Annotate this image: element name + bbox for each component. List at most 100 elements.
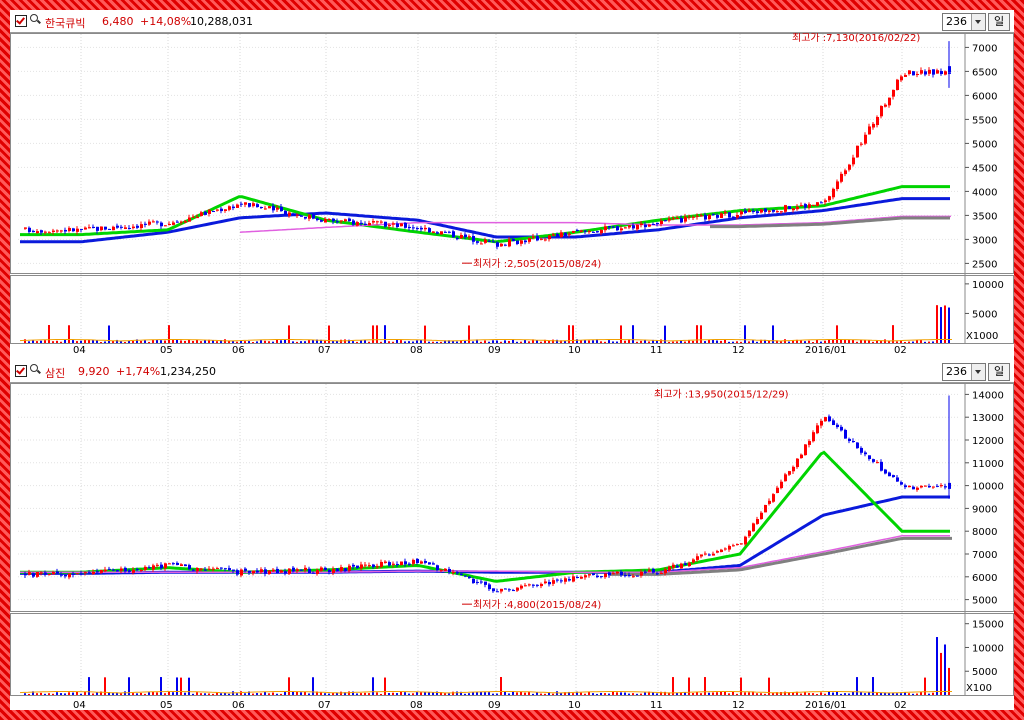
candle-body: [748, 210, 751, 213]
candle-body: [872, 459, 875, 462]
volume-bar: [160, 677, 162, 695]
volume-bar: [372, 325, 374, 343]
candle-body: [92, 226, 95, 229]
volume-bar: [496, 340, 498, 343]
candle-body: [944, 71, 947, 75]
candle-body: [304, 567, 307, 571]
candle-body: [684, 563, 687, 565]
candle-body: [32, 573, 35, 577]
volume-bar: [492, 340, 494, 343]
stock-name[interactable]: 삼진: [45, 365, 65, 381]
chart-top[interactable]: 7000 6500 6000 5500 5000 4500 4000 3500 3000 2500…: [10, 33, 1014, 355]
candle-body: [664, 569, 667, 574]
volume-bar: [372, 677, 374, 695]
candle-body: [268, 570, 271, 574]
chevron-down-icon[interactable]: [971, 364, 985, 380]
candle-body: [648, 570, 651, 572]
checkbox[interactable]: [15, 15, 27, 27]
candle-body: [696, 215, 699, 217]
volume-bar: [352, 341, 354, 343]
volume-bar: [600, 341, 602, 343]
volume-bar: [492, 693, 494, 695]
candle-body: [176, 221, 179, 223]
candle-body: [572, 576, 575, 582]
candle-body: [396, 563, 399, 565]
volume-bar: [712, 692, 714, 695]
volume-bar: [156, 339, 158, 343]
candle-body: [160, 564, 163, 569]
volume-bar: [852, 339, 854, 343]
volume-bar: [728, 693, 730, 695]
chevron-down-icon[interactable]: [971, 14, 985, 30]
candle-body: [304, 216, 307, 219]
candle-body: [728, 545, 731, 550]
chart-bottom[interactable]: 14000 13000 12000 11000 10000 9000 8000 7000 600…: [10, 383, 1014, 710]
volume-bar: [944, 644, 946, 695]
volume-bar: [716, 340, 718, 343]
candle-body: [752, 523, 755, 532]
candle-body: [252, 203, 255, 207]
candle-body: [912, 71, 915, 76]
volume-bar: [360, 693, 362, 695]
volume-bar: [628, 693, 630, 695]
candle-body: [732, 545, 735, 547]
volume-bar: [740, 341, 742, 343]
x-tick-label: 12: [732, 700, 745, 710]
stock-name[interactable]: 한국큐빅: [45, 15, 85, 31]
volume-bar: [608, 340, 610, 343]
candle-body: [336, 221, 339, 223]
candle-body: [456, 238, 459, 240]
candle-body: [72, 228, 75, 232]
volume-bar: [280, 340, 282, 343]
volume-bar: [784, 691, 786, 695]
candle-body: [116, 570, 119, 572]
count-select[interactable]: 236: [942, 363, 986, 381]
candle-body: [432, 563, 435, 565]
volume-bar: [464, 340, 466, 343]
candle-body: [292, 567, 295, 572]
volume-bar: [688, 340, 690, 343]
candle-body: [184, 564, 187, 567]
candle-body: [588, 231, 591, 233]
volume-bar: [272, 692, 274, 695]
volume-bar: [872, 341, 874, 343]
candle-body: [376, 566, 379, 568]
volume-bar: [420, 692, 422, 695]
candle-body: [460, 235, 463, 239]
candle-body: [280, 570, 283, 573]
candle-body: [408, 226, 411, 229]
period-button[interactable]: 일: [988, 13, 1010, 31]
candle-body: [568, 579, 571, 581]
volume-tick-label: 5000: [972, 667, 997, 678]
candle-body: [924, 71, 927, 75]
candle-body: [236, 570, 239, 575]
candle-body: [256, 204, 259, 208]
count-select[interactable]: 236: [942, 13, 986, 31]
search-icon[interactable]: [30, 14, 38, 22]
candle-body: [612, 573, 615, 575]
checkbox[interactable]: [15, 365, 27, 377]
candle-body: [416, 227, 419, 229]
volume-bar: [164, 693, 166, 695]
candle-body: [36, 572, 39, 577]
candle-body: [716, 215, 719, 218]
price-tick-label: 6000: [972, 91, 997, 102]
volume-bar: [60, 341, 62, 343]
pane-bottom: 삼진 9,920 +1,74% 1,234,250 236 일 14000 130…: [10, 360, 1014, 710]
volume-bar: [472, 341, 474, 343]
candle-body: [188, 565, 191, 570]
volume-bar: [908, 693, 910, 695]
candle-body: [28, 572, 31, 575]
volume-bar: [272, 341, 274, 343]
candle-body: [632, 225, 635, 229]
volume-bar: [944, 305, 946, 343]
candle-body: [28, 227, 31, 232]
price-tick-label: 12000: [972, 436, 1004, 447]
period-button[interactable]: 일: [988, 363, 1010, 381]
stock-volume: 1,234,250: [160, 365, 216, 378]
candle-body: [492, 241, 495, 243]
candle-body: [216, 568, 219, 570]
volume-bar: [368, 693, 370, 695]
candle-body: [552, 234, 555, 236]
search-icon[interactable]: [30, 364, 38, 372]
